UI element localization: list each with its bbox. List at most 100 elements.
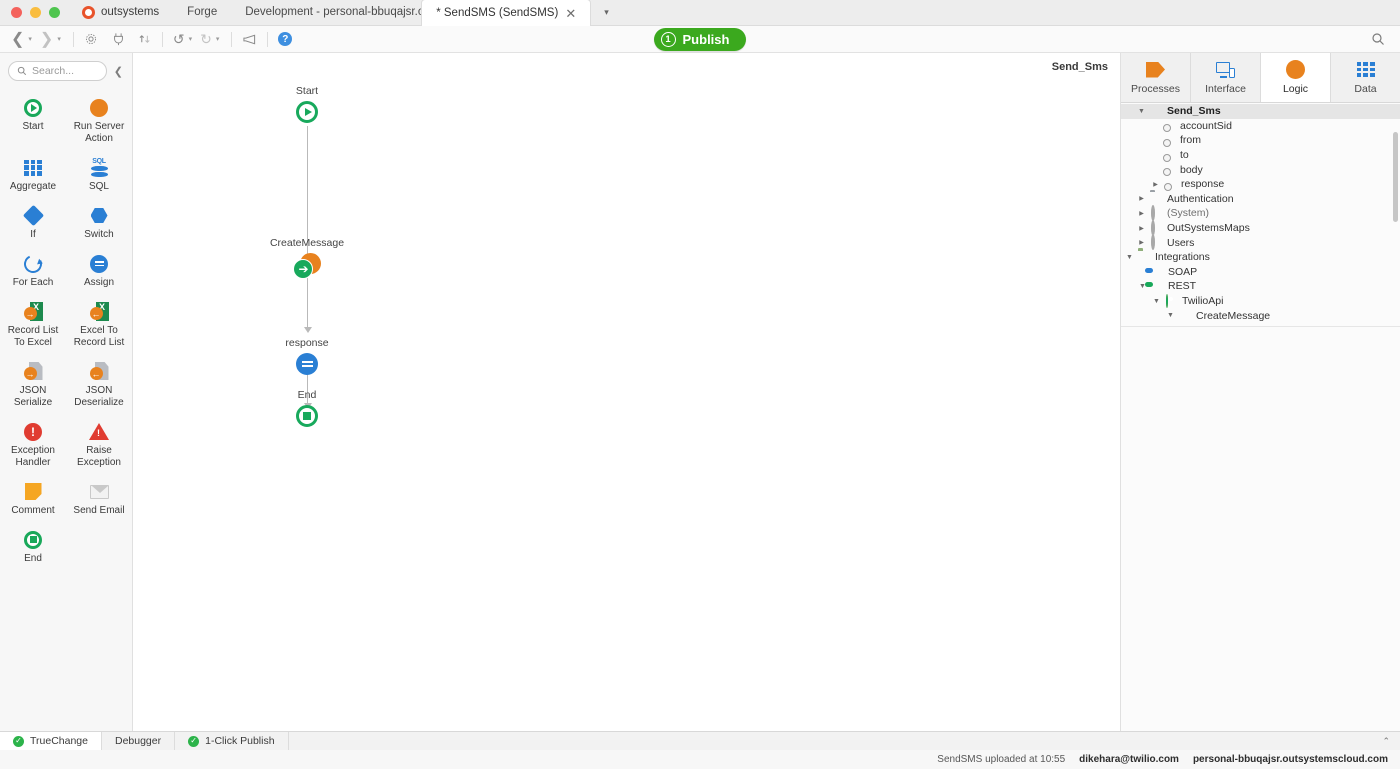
raise-exception-icon: ! bbox=[89, 421, 109, 442]
tree-item-integrations[interactable]: Integrations bbox=[1121, 250, 1400, 265]
toolbox-item-start[interactable]: Start bbox=[0, 91, 66, 151]
chevron-down-icon[interactable] bbox=[1152, 298, 1161, 305]
tab-data[interactable]: Data bbox=[1331, 53, 1400, 102]
tree-item-authentication[interactable]: Authentication bbox=[1121, 192, 1400, 207]
chevron-right-icon[interactable] bbox=[1137, 225, 1146, 232]
chevron-right-icon[interactable] bbox=[1151, 181, 1160, 188]
chevron-down-icon[interactable] bbox=[1166, 312, 1175, 319]
tree-item-from[interactable]: from bbox=[1121, 133, 1400, 148]
tree-item-label: REST bbox=[1168, 280, 1197, 293]
tree-item-to[interactable]: to bbox=[1121, 148, 1400, 163]
tree-scrollbar[interactable] bbox=[1393, 132, 1398, 222]
search-icon[interactable] bbox=[1368, 28, 1388, 50]
tab-sendsms[interactable]: * SendSMS (SendSMS) ✕ bbox=[421, 0, 592, 26]
tree-item-body[interactable]: body bbox=[1121, 162, 1400, 177]
undo-chevron-down-icon[interactable]: ▾ bbox=[188, 35, 198, 43]
back-button[interactable]: ❮ bbox=[8, 28, 27, 50]
toolbox-item-end[interactable]: End bbox=[0, 523, 66, 571]
maximize-window-button[interactable] bbox=[49, 7, 60, 18]
toolbox-item-exception-handler[interactable]: ! Exception Handler bbox=[0, 415, 66, 475]
tab-processes[interactable]: Processes bbox=[1121, 53, 1191, 102]
end-icon bbox=[24, 529, 42, 550]
tree-item-rest[interactable]: REST bbox=[1121, 279, 1400, 294]
flow-canvas[interactable]: Send_Sms Start CreateMessage ➔ response … bbox=[133, 53, 1121, 731]
sort-icon[interactable] bbox=[136, 28, 155, 50]
redo-chevron-down-icon[interactable]: ▾ bbox=[215, 35, 225, 43]
chevron-down-icon[interactable] bbox=[1125, 254, 1134, 261]
search-input[interactable]: Search... bbox=[8, 61, 107, 81]
megaphone-icon[interactable] bbox=[239, 28, 260, 50]
plug-icon[interactable] bbox=[109, 28, 128, 50]
toolbox-item-comment[interactable]: Comment bbox=[0, 475, 66, 523]
toolbox-item-aggregate[interactable]: Aggregate bbox=[0, 151, 66, 199]
forward-button[interactable]: ❯ bbox=[37, 28, 56, 50]
tree-item-send-sms[interactable]: Send_Sms bbox=[1121, 104, 1400, 119]
tree-item-users[interactable]: Users bbox=[1121, 234, 1400, 251]
toolbox-item-sql[interactable]: SQL SQL bbox=[66, 151, 132, 199]
close-icon[interactable]: ✕ bbox=[565, 7, 576, 20]
flow-node-start[interactable]: Start bbox=[272, 85, 342, 123]
tab-development-label: Development - personal-bbuqajsr.o... bbox=[245, 6, 422, 18]
toolbox-item-assign[interactable]: Assign bbox=[66, 247, 132, 295]
toolbox-item-json-deserialize[interactable]: ← JSON Deserialize bbox=[66, 355, 132, 415]
toolbox-item-if[interactable]: If bbox=[0, 199, 66, 247]
comment-icon bbox=[24, 481, 42, 502]
close-window-button[interactable] bbox=[11, 7, 22, 18]
data-icon bbox=[1356, 60, 1375, 79]
publish-button[interactable]: 1 Publish bbox=[653, 28, 747, 51]
connector-createmessage-response bbox=[307, 277, 308, 330]
tree-item-label: accountSid bbox=[1180, 119, 1232, 132]
tree-item-accountsid[interactable]: accountSid bbox=[1121, 119, 1400, 134]
undo-button[interactable]: ↺ bbox=[170, 28, 188, 50]
tab-one-click-publish[interactable]: ✓ 1-Click Publish bbox=[175, 732, 289, 750]
tab-logic[interactable]: Logic bbox=[1261, 53, 1331, 102]
toolbox-item-switch[interactable]: Switch bbox=[66, 199, 132, 247]
toolbox-item-raise-exception[interactable]: ! Raise Exception bbox=[66, 415, 132, 475]
tree-item-createmessage[interactable]: CreateMessage bbox=[1121, 308, 1400, 323]
ring-icon bbox=[1150, 204, 1163, 221]
help-icon[interactable]: ? bbox=[275, 28, 295, 50]
tree-item-twilioapi[interactable]: TwilioApi bbox=[1121, 293, 1400, 309]
toolbox-item-for-each[interactable]: For Each bbox=[0, 247, 66, 295]
gear-icon[interactable] bbox=[81, 28, 101, 50]
brand-tab[interactable]: outsystems bbox=[70, 0, 173, 25]
tab-debugger[interactable]: Debugger bbox=[102, 732, 176, 750]
minimize-window-button[interactable] bbox=[30, 7, 41, 18]
logic-tree[interactable]: Send_Sms accountSid from to body res bbox=[1121, 104, 1400, 731]
chevron-down-icon[interactable]: ▾ bbox=[591, 0, 622, 25]
tree-item-response[interactable]: response bbox=[1121, 177, 1400, 192]
flow-node-response[interactable]: response bbox=[272, 337, 342, 375]
tree-item-label: from bbox=[1180, 134, 1201, 147]
chevron-right-icon[interactable] bbox=[1137, 239, 1146, 246]
tab-interface[interactable]: Interface bbox=[1191, 53, 1261, 102]
forward-history-chevron-down-icon[interactable]: ▾ bbox=[56, 35, 66, 43]
toolbox-item-label: Send Email bbox=[73, 505, 125, 516]
toolbox-item-send-email[interactable]: Send Email bbox=[66, 475, 132, 523]
tree-item-outsystemsmaps[interactable]: OutSystemsMaps bbox=[1121, 219, 1400, 236]
chevron-right-icon[interactable] bbox=[1137, 210, 1146, 217]
collapse-panel-button[interactable]: ⌃ bbox=[1372, 732, 1400, 750]
toolbox-item-excel-to-record-list[interactable]: X ← Excel To Record List bbox=[66, 295, 132, 355]
flow-node-end[interactable]: End bbox=[272, 389, 342, 427]
tree-item-system[interactable]: (System) bbox=[1121, 204, 1400, 221]
toolbox-item-json-serialize[interactable]: → JSON Serialize bbox=[0, 355, 66, 415]
tab-forge[interactable]: Forge bbox=[173, 0, 231, 25]
publish-label: Publish bbox=[682, 32, 730, 47]
toolbox-item-record-list-to-excel[interactable]: X → Record List To Excel bbox=[0, 295, 66, 355]
tab-development-environment[interactable]: Development - personal-bbuqajsr.o... bbox=[231, 0, 421, 25]
chevron-down-icon[interactable] bbox=[1137, 108, 1146, 115]
back-history-chevron-down-icon[interactable]: ▾ bbox=[27, 35, 37, 43]
tab-label: Processes bbox=[1130, 83, 1181, 95]
tab-truechange[interactable]: ✓ TrueChange bbox=[0, 732, 102, 750]
collapse-toolbox-button[interactable]: ❮ bbox=[111, 65, 126, 78]
flow-node-createmessage[interactable]: CreateMessage ➔ bbox=[238, 237, 376, 279]
toolbox-item-run-server-action[interactable]: Run Server Action bbox=[66, 91, 132, 151]
chevron-right-icon[interactable] bbox=[1137, 195, 1146, 202]
tree-item-soap[interactable]: SOAP bbox=[1121, 265, 1400, 280]
toolbar-divider-4 bbox=[267, 31, 269, 47]
assign-icon bbox=[90, 253, 108, 274]
flow-node-label: response bbox=[285, 337, 329, 349]
redo-button[interactable]: ↻ bbox=[197, 28, 215, 50]
orange-dot-icon bbox=[1150, 105, 1163, 118]
undo-redo-group: ↺ ▾ ↻ ▾ bbox=[170, 28, 225, 50]
